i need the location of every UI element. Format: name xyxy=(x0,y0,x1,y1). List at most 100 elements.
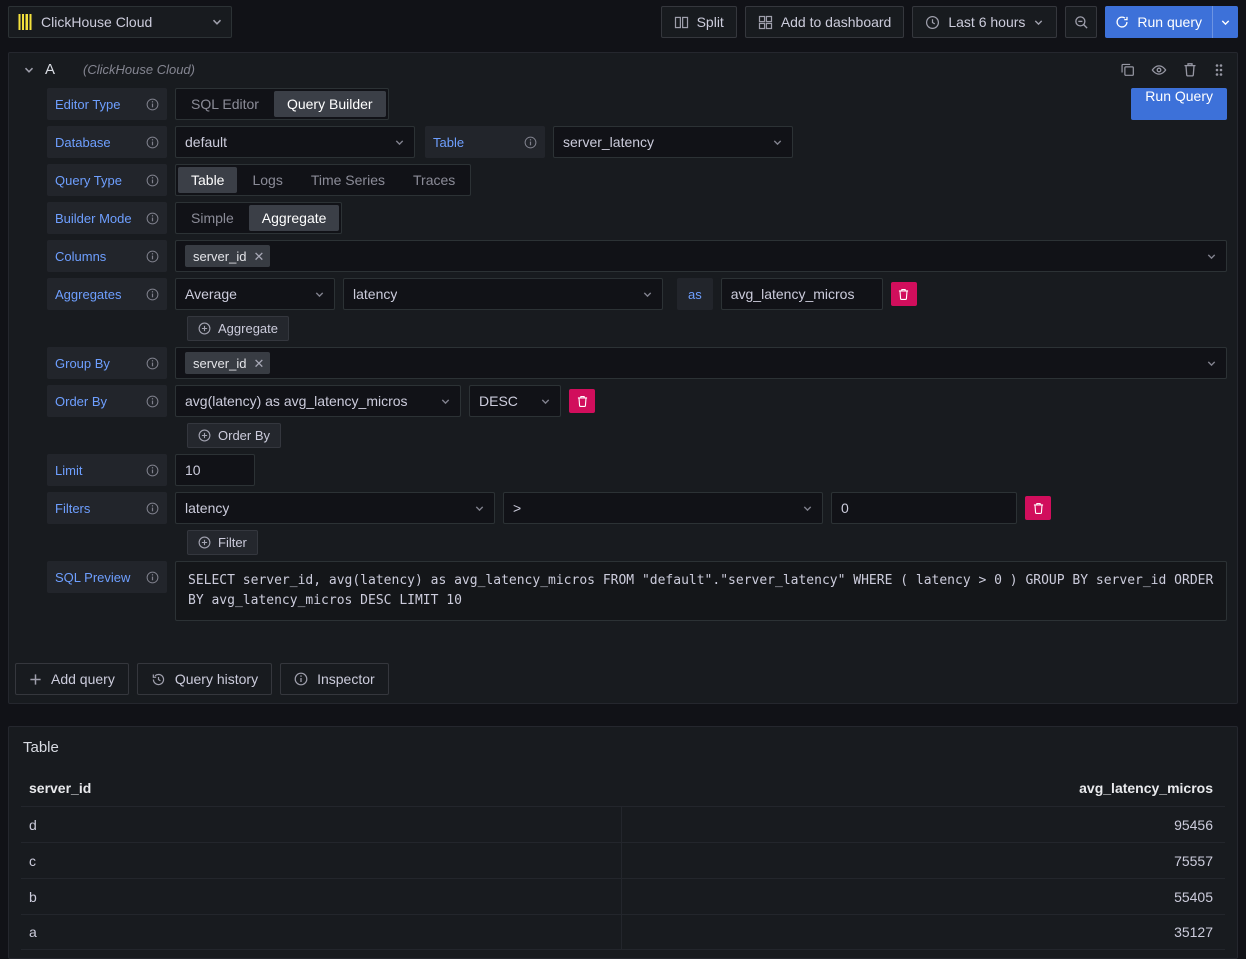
split-label: Split xyxy=(697,14,724,30)
filter-field-select[interactable]: latency xyxy=(175,492,495,524)
aggregate-column-select[interactable]: latency xyxy=(343,278,663,310)
info-icon[interactable] xyxy=(146,288,159,301)
database-label: Database xyxy=(47,126,167,158)
columns-label: Columns xyxy=(47,240,167,272)
hide-response-eye-icon[interactable] xyxy=(1151,62,1167,78)
editor-type-sql-editor[interactable]: SQL Editor xyxy=(178,91,272,117)
query-editor-footer: Add query Query history Inspector xyxy=(9,635,1237,703)
limit-input[interactable] xyxy=(175,454,255,486)
table-result-panel: Table server_id avg_latency_micros d 954… xyxy=(8,726,1238,959)
plus-circle-icon xyxy=(198,429,211,442)
columns-tag: server_id ✕ xyxy=(185,245,270,267)
builder-mode-row: Builder Mode Simple Aggregate xyxy=(47,202,1227,234)
builder-mode-simple[interactable]: Simple xyxy=(178,205,247,231)
info-icon[interactable] xyxy=(524,136,537,149)
remove-filter-button[interactable] xyxy=(1025,496,1051,520)
filter-value-input[interactable] xyxy=(831,492,1017,524)
collapse-chevron-icon[interactable] xyxy=(23,64,35,76)
limit-row: Limit xyxy=(47,454,1227,486)
table-row: d 95456 xyxy=(21,806,1225,842)
run-query-button[interactable]: Run query xyxy=(1105,6,1212,38)
column-header-server-id[interactable]: server_id xyxy=(21,780,621,796)
run-query-editor-button[interactable]: Run Query xyxy=(1131,88,1227,120)
editor-type-query-builder[interactable]: Query Builder xyxy=(274,91,386,117)
sql-preview-label: SQL Preview xyxy=(47,561,167,593)
time-range-label: Last 6 hours xyxy=(948,14,1025,30)
cell-avg-latency: 95456 xyxy=(622,807,1226,842)
query-type-table[interactable]: Table xyxy=(178,167,237,193)
add-query-button[interactable]: Add query xyxy=(15,663,129,695)
info-icon[interactable] xyxy=(146,174,159,187)
database-table-row: Database default Table server_latency xyxy=(47,126,1227,158)
table-row: c 75557 xyxy=(21,842,1225,878)
filter-operator-select[interactable]: > xyxy=(503,492,823,524)
info-icon[interactable] xyxy=(146,464,159,477)
chevron-down-icon xyxy=(211,16,223,28)
duplicate-query-icon[interactable] xyxy=(1120,62,1135,77)
inspector-button[interactable]: Inspector xyxy=(280,663,389,695)
query-type-traces[interactable]: Traces xyxy=(400,167,468,193)
order-by-direction-select[interactable]: DESC xyxy=(469,385,561,417)
chevron-down-icon xyxy=(1206,251,1217,262)
clickhouse-logo-icon xyxy=(17,14,33,30)
query-type-logs[interactable]: Logs xyxy=(239,167,295,193)
column-header-avg-latency-micros[interactable]: avg_latency_micros xyxy=(621,780,1225,796)
aggregate-alias-input[interactable] xyxy=(721,278,883,310)
aggregate-function-select[interactable]: Average xyxy=(175,278,335,310)
info-icon[interactable] xyxy=(146,136,159,149)
add-aggregate-button[interactable]: Aggregate xyxy=(187,316,289,341)
query-editor-header: A (ClickHouse Cloud) xyxy=(9,53,1237,84)
table-row: b 55405 xyxy=(21,878,1225,914)
info-icon[interactable] xyxy=(146,98,159,111)
chevron-down-icon xyxy=(1206,358,1217,369)
chevron-down-icon xyxy=(802,503,813,514)
add-filter-button[interactable]: Filter xyxy=(187,530,258,555)
order-by-field-select[interactable]: avg(latency) as avg_latency_micros xyxy=(175,385,461,417)
run-query-editor-label: Run Query xyxy=(1145,88,1213,120)
refresh-icon xyxy=(1115,15,1129,29)
remove-order-by-button[interactable] xyxy=(569,389,595,413)
table-header-row: server_id avg_latency_micros xyxy=(21,770,1225,806)
builder-mode-aggregate[interactable]: Aggregate xyxy=(249,205,340,231)
zoom-out-button[interactable] xyxy=(1065,6,1097,38)
remove-tag-icon[interactable]: ✕ xyxy=(253,250,264,263)
sql-preview-text: SELECT server_id, avg(latency) as avg_la… xyxy=(175,561,1227,621)
cell-server-id: b xyxy=(21,879,622,914)
database-select[interactable]: default xyxy=(175,126,415,158)
query-builder-form: Editor Type SQL Editor Query Builder Run… xyxy=(9,84,1237,635)
run-query-options-button[interactable] xyxy=(1212,6,1238,38)
group-by-tag: server_id ✕ xyxy=(185,352,270,374)
time-range-picker[interactable]: Last 6 hours xyxy=(912,6,1057,38)
remove-query-trash-icon[interactable] xyxy=(1183,62,1197,77)
add-aggregate-row: Aggregate xyxy=(187,316,1227,341)
info-icon[interactable] xyxy=(146,250,159,263)
zoom-out-icon xyxy=(1074,15,1089,30)
group-by-multiselect[interactable]: server_id ✕ xyxy=(175,347,1227,379)
split-button[interactable]: Split xyxy=(661,6,737,38)
info-icon[interactable] xyxy=(146,212,159,225)
drag-handle-icon[interactable] xyxy=(1213,63,1225,77)
chevron-down-icon xyxy=(642,289,653,300)
add-to-dashboard-button[interactable]: Add to dashboard xyxy=(745,6,905,38)
add-order-by-row: Order By xyxy=(187,423,1227,448)
info-icon[interactable] xyxy=(146,395,159,408)
cell-server-id: d xyxy=(21,807,622,842)
remove-aggregate-button[interactable] xyxy=(891,282,917,306)
query-type-time-series[interactable]: Time Series xyxy=(298,167,398,193)
chevron-down-icon xyxy=(440,396,451,407)
chevron-down-icon xyxy=(474,503,485,514)
info-icon[interactable] xyxy=(146,571,159,584)
aggregates-row: Aggregates Average latency as xyxy=(47,278,1227,310)
info-icon[interactable] xyxy=(146,357,159,370)
remove-tag-icon[interactable]: ✕ xyxy=(253,357,264,370)
run-query-label: Run query xyxy=(1137,14,1202,30)
clock-icon xyxy=(925,15,940,30)
table-select[interactable]: server_latency xyxy=(553,126,793,158)
add-order-by-button[interactable]: Order By xyxy=(187,423,281,448)
columns-multiselect[interactable]: server_id ✕ xyxy=(175,240,1227,272)
query-history-button[interactable]: Query history xyxy=(137,663,272,695)
info-icon[interactable] xyxy=(146,502,159,515)
datasource-picker[interactable]: ClickHouse Cloud xyxy=(8,6,232,38)
chevron-down-icon xyxy=(314,289,325,300)
cell-server-id: a xyxy=(21,915,622,949)
